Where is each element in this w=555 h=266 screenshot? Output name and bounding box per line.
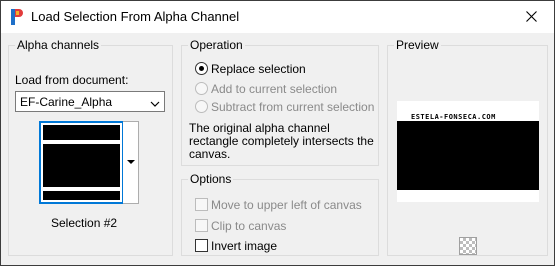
operation-info-line-2: rectangle completely intersects the xyxy=(189,134,374,148)
document-select[interactable]: EF-Carine_Alpha xyxy=(15,91,165,112)
close-icon xyxy=(526,11,537,22)
app-icon xyxy=(10,8,24,26)
clip-to-canvas-checkbox[interactable] xyxy=(195,219,208,232)
document-select-value: EF-Carine_Alpha xyxy=(20,95,113,109)
invert-image-label[interactable]: Invert image xyxy=(211,239,277,253)
close-button[interactable] xyxy=(509,1,554,32)
replace-selection-radio[interactable] xyxy=(195,62,208,75)
operation-group-label: Operation xyxy=(188,38,245,52)
preview-image: ESTELA-FONSECA.COM xyxy=(397,101,539,202)
window-title: Load Selection From Alpha Channel xyxy=(31,9,240,24)
add-to-selection-radio[interactable] xyxy=(195,82,208,95)
dropdown-arrow-icon xyxy=(127,160,135,164)
invert-image-checkbox[interactable] xyxy=(195,239,208,252)
preview-black-area xyxy=(397,121,539,190)
preview-watermark: ESTELA-FONSECA.COM xyxy=(411,113,496,121)
load-from-label: Load from document: xyxy=(15,73,129,87)
move-to-upper-left-label[interactable]: Move to upper left of canvas xyxy=(211,198,362,212)
replace-selection-label[interactable]: Replace selection xyxy=(211,62,306,76)
transparency-checker-icon[interactable] xyxy=(459,237,477,255)
add-to-selection-label[interactable]: Add to current selection xyxy=(211,82,337,96)
move-to-upper-left-checkbox[interactable] xyxy=(195,198,208,211)
subtract-selection-label[interactable]: Subtract from current selection xyxy=(211,100,374,114)
title-bar: Load Selection From Alpha Channel xyxy=(1,1,554,33)
operation-info-line-3: canvas. xyxy=(189,147,231,161)
dialog-window: Load Selection From Alpha Channel Alpha … xyxy=(0,0,555,266)
operation-info-line-1: The original alpha channel xyxy=(189,121,330,135)
selection-thumbnail-image xyxy=(43,125,120,200)
options-group-label: Options xyxy=(188,172,234,186)
alpha-channels-group-label: Alpha channels xyxy=(15,38,102,52)
subtract-selection-radio[interactable] xyxy=(195,100,208,113)
preview-group-label: Preview xyxy=(394,38,441,52)
selection-label: Selection #2 xyxy=(51,216,118,230)
selection-dropdown-button[interactable] xyxy=(123,121,139,204)
thumbnail-top-band xyxy=(43,140,120,144)
thumbnail-bottom-band xyxy=(43,187,120,191)
selection-thumbnail[interactable] xyxy=(39,121,124,204)
chevron-down-icon xyxy=(150,97,160,111)
clip-to-canvas-label[interactable]: Clip to canvas xyxy=(211,219,286,233)
